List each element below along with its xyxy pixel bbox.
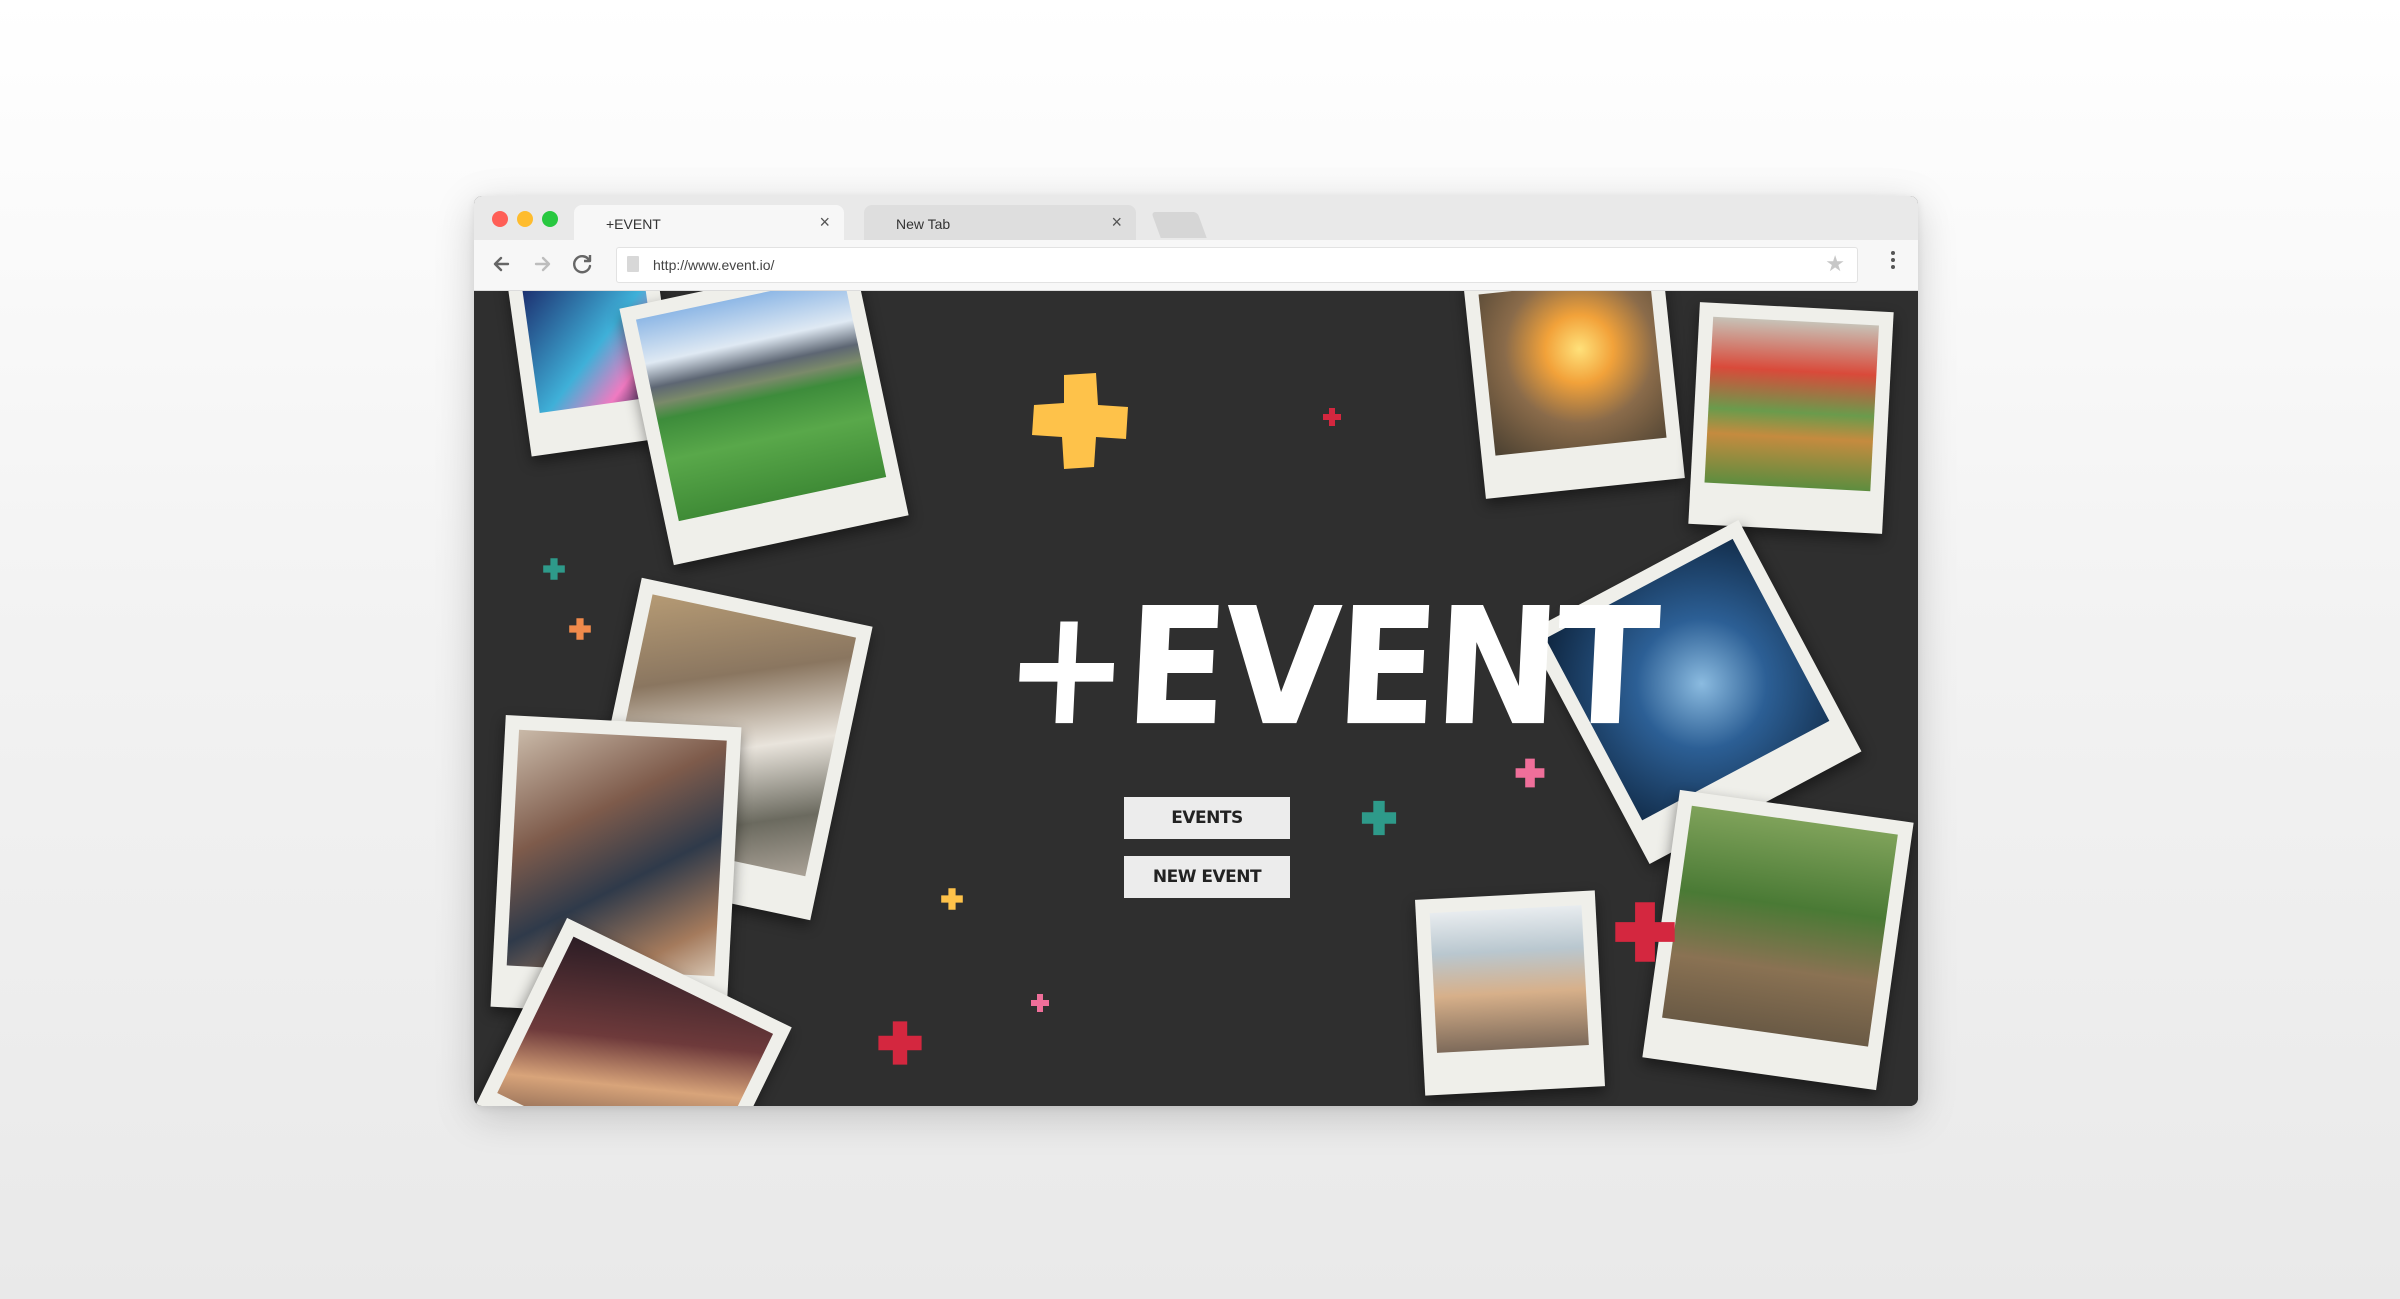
photo-festival-crowd	[1414, 890, 1606, 1096]
teal-plus-icon	[1361, 800, 1397, 836]
new-event-button[interactable]: NEW EVENT	[1124, 856, 1290, 898]
photo-jumping-festival	[1463, 291, 1685, 499]
red-plus-icon	[878, 1021, 922, 1065]
page-content: +EVENT EVENTS NEW EVENT	[474, 291, 1918, 1106]
close-icon[interactable]: ×	[819, 213, 830, 231]
tab-event[interactable]: +EVENT ×	[574, 205, 844, 240]
star-icon[interactable]: ★	[1825, 251, 1845, 277]
orange-plus-icon	[569, 618, 591, 640]
tab-label: +EVENT	[606, 216, 661, 232]
minimize-window-button[interactable]	[517, 211, 533, 227]
close-icon[interactable]: ×	[1111, 213, 1122, 231]
page-icon	[627, 256, 639, 272]
maximize-window-button[interactable]	[542, 211, 558, 227]
back-arrow-icon[interactable]	[488, 250, 516, 278]
close-window-button[interactable]	[492, 211, 508, 227]
red-plus-icon	[1615, 902, 1675, 962]
address-bar[interactable]: http://www.event.io/ ★	[616, 247, 1858, 283]
tab-bar: +EVENT × New Tab ×	[474, 196, 1918, 240]
red-plus-icon	[1323, 408, 1341, 426]
tab-new-tab[interactable]: New Tab ×	[864, 205, 1136, 240]
photo-motocross-rider	[1642, 789, 1914, 1091]
yellow-plus-icon	[941, 888, 963, 910]
new-tab-button[interactable]	[1151, 212, 1207, 238]
event-logo: +EVENT	[934, 574, 1659, 762]
address-text: http://www.event.io/	[653, 257, 775, 273]
browser-window: +EVENT × New Tab × http://www.event.io/ …	[474, 196, 1918, 1106]
tab-label: New Tab	[896, 216, 951, 232]
teal-plus-icon	[543, 558, 565, 580]
browser-toolbar: http://www.event.io/ ★	[474, 240, 1918, 291]
pink-plus-icon	[1031, 994, 1049, 1012]
photo-baseball-stadium	[619, 291, 909, 566]
forward-arrow-icon[interactable]	[528, 250, 556, 278]
reload-icon[interactable]	[568, 250, 596, 278]
events-button[interactable]: EVENTS	[1124, 797, 1290, 839]
menu-dots-icon[interactable]	[1890, 248, 1896, 278]
photo-golden-retriever	[1688, 302, 1894, 534]
logo-text: +EVENT	[999, 574, 1660, 762]
yellow-plus-icon	[1032, 373, 1128, 469]
